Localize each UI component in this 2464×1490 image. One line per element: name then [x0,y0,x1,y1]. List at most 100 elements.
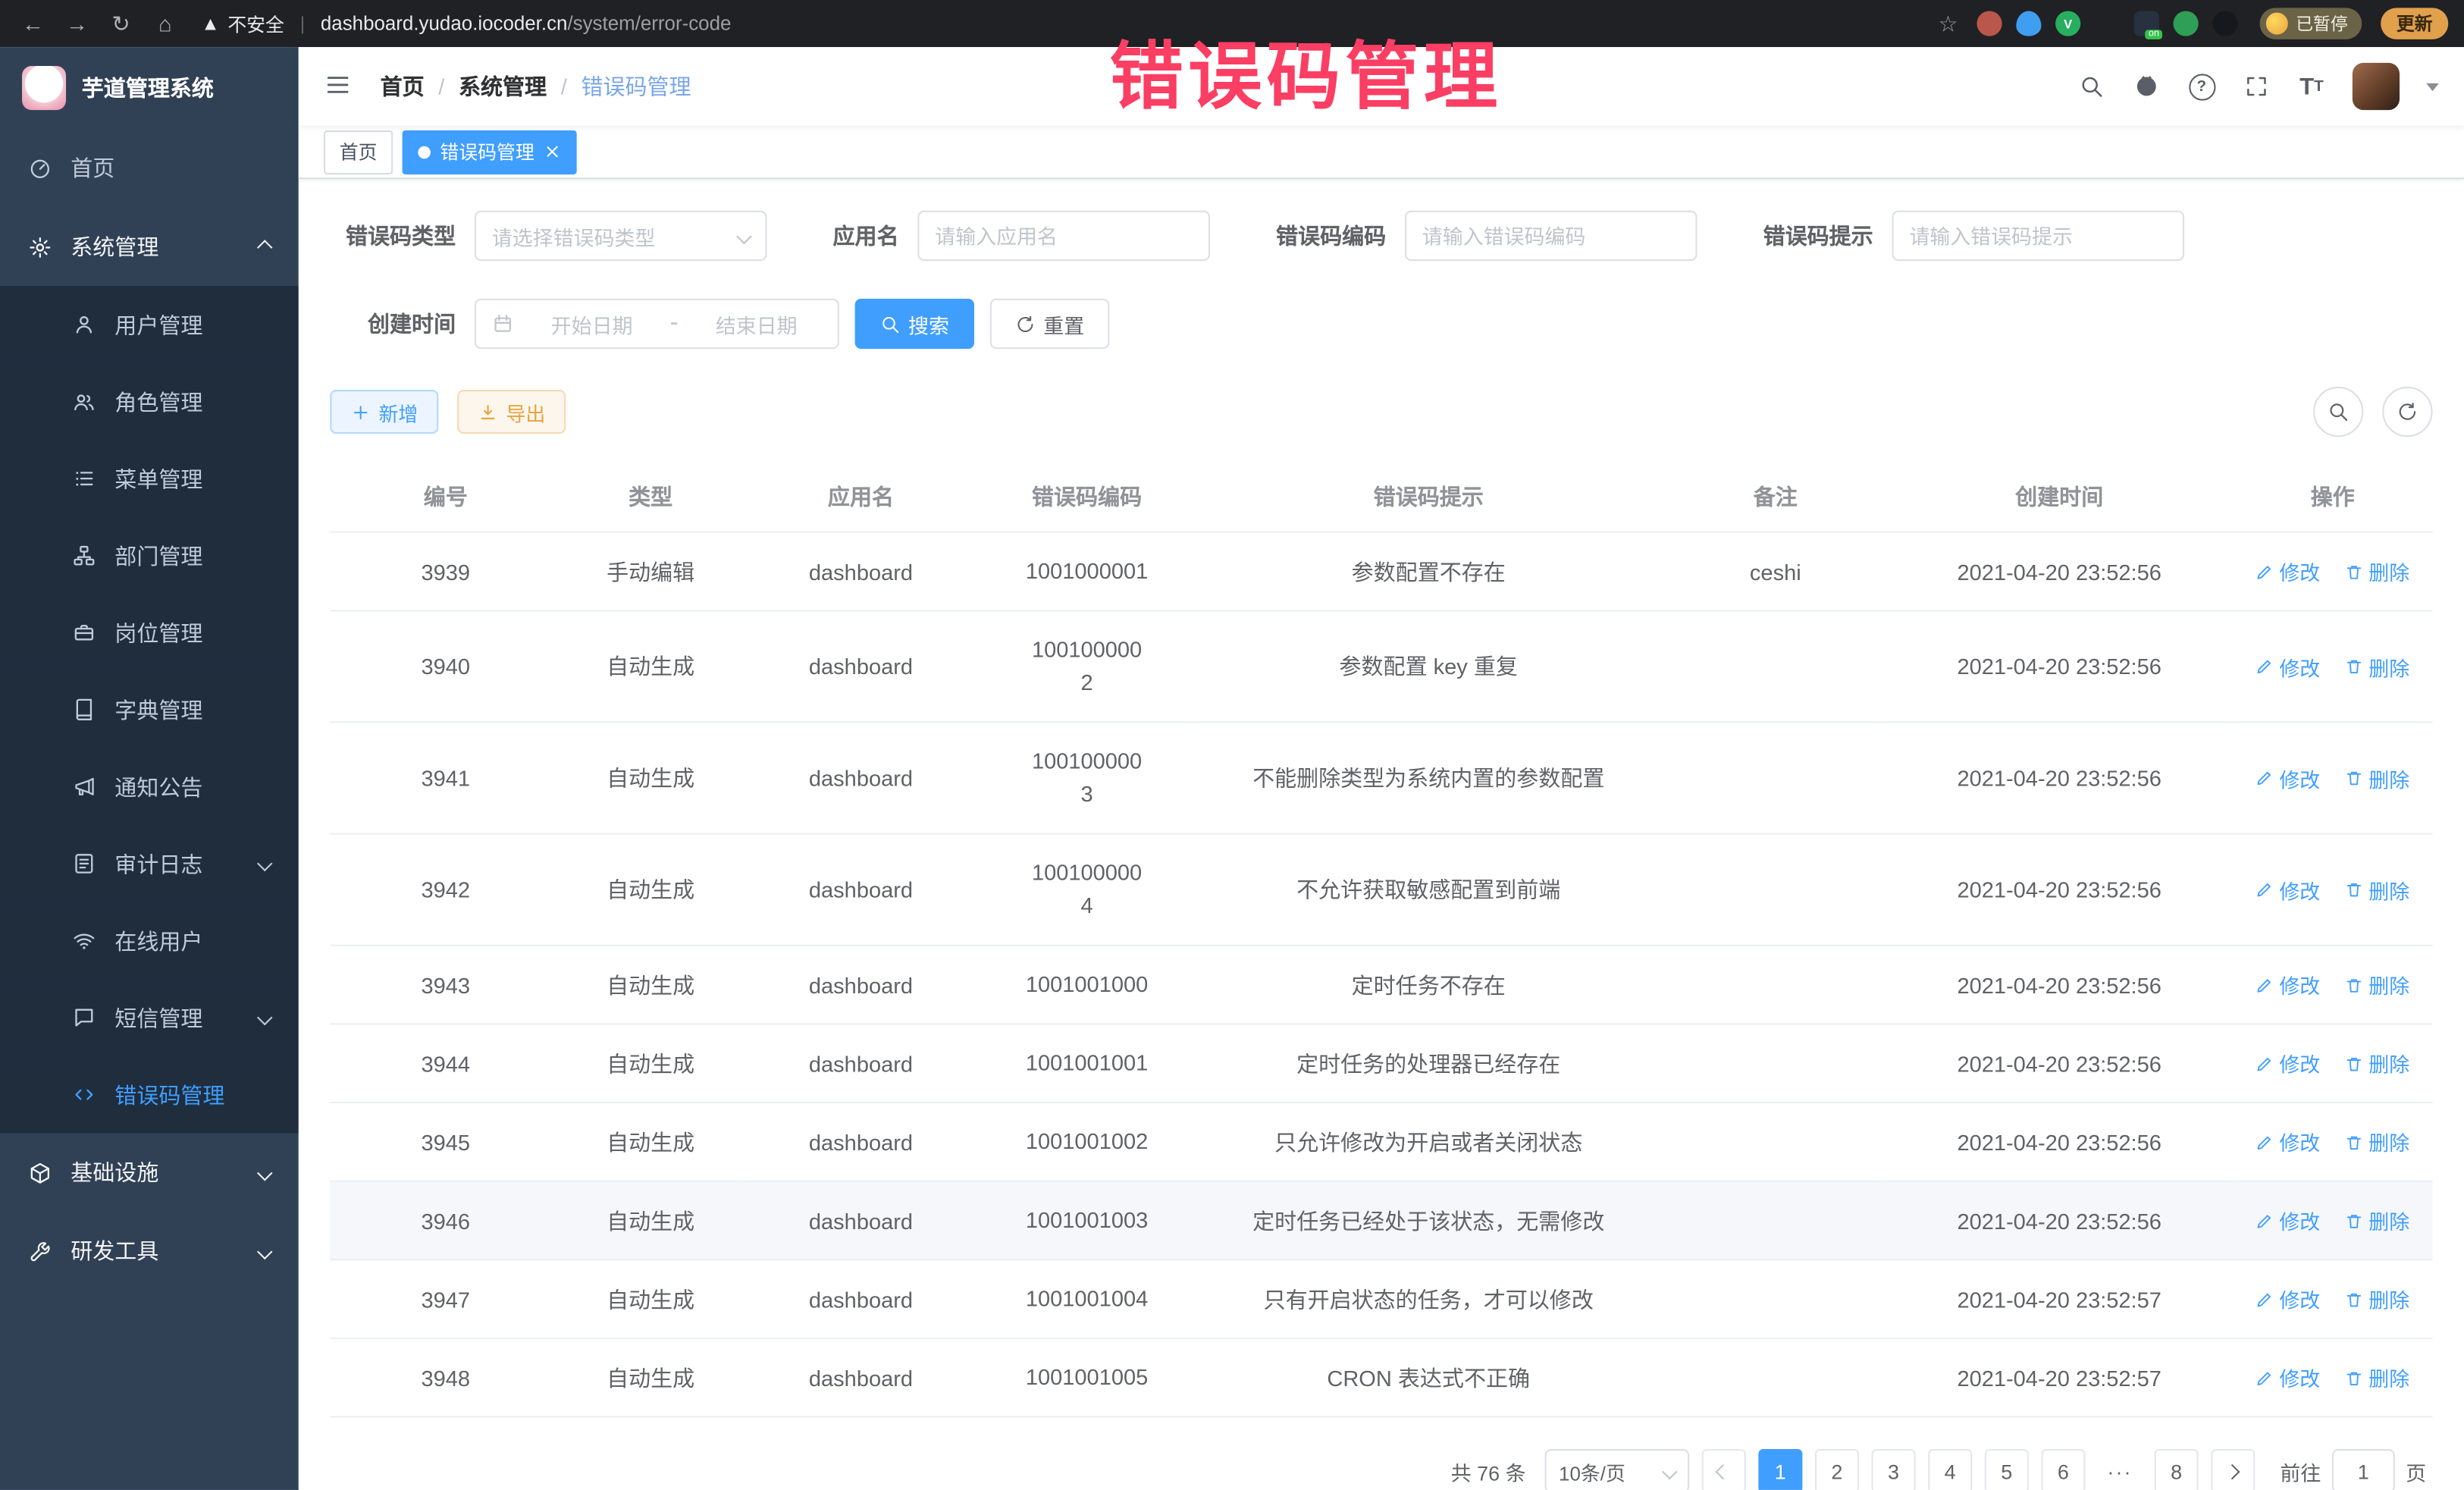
sidebar-item-dictionary[interactable]: 字典管理 [0,671,299,748]
page-button-3[interactable]: 3 [1872,1449,1916,1490]
edit-link[interactable]: 修改 [2256,1284,2320,1313]
cell-operation: 修改 删除 [2233,946,2433,1024]
home-icon[interactable]: ⌂ [148,6,183,41]
tags-view: 首页 错误码管理 [299,126,2464,179]
next-page-button[interactable] [2211,1449,2255,1490]
page-button-6[interactable]: 6 [2041,1449,2085,1490]
address-bar[interactable]: dashboard.yudao.iocoder.cn/system/error-… [321,13,1920,35]
update-button[interactable]: 更新 [2381,8,2448,39]
show-search-button[interactable] [2313,387,2363,437]
search-icon[interactable] [2077,72,2105,100]
sidebar-item-dev-tools[interactable]: 研发工具 [0,1212,299,1291]
page-button-4[interactable]: 4 [1928,1449,1972,1490]
date-range-picker[interactable]: 开始日期 - 结束日期 [475,299,839,349]
tab-error-code[interactable]: 错误码管理 [403,130,577,174]
cell-operation: 修改 删除 [2233,834,2433,946]
add-button[interactable]: 新增 [330,390,438,434]
hamburger-icon[interactable] [324,71,355,102]
sidebar-item-users[interactable]: 用户管理 [0,286,299,363]
warning-icon: ▲︎ [201,13,220,35]
prev-page-button[interactable] [1702,1449,1746,1490]
sidebar-item-error-code[interactable]: 错误码管理 [0,1056,299,1134]
sidebar-item-notices[interactable]: 通知公告 [0,748,299,826]
fullscreen-icon[interactable] [2243,72,2271,100]
delete-link[interactable]: 删除 [2345,1048,2409,1078]
delete-link[interactable]: 删除 [2345,874,2409,904]
extension-icon-dark[interactable] [2212,11,2237,36]
error-type-select[interactable]: 请选择错误码类型 [475,211,767,261]
page-ellipsis[interactable]: ··· [2098,1449,2142,1490]
caret-down-icon[interactable] [2426,83,2439,90]
edit-link[interactable]: 修改 [2256,763,2320,792]
extension-icon-drop[interactable] [2016,11,2041,36]
breadcrumb-system[interactable]: 系统管理 [459,71,547,102]
goto-page-input[interactable] [2332,1449,2395,1490]
sidebar-item-audit-log[interactable]: 审计日志 [0,825,299,902]
edit-link[interactable]: 修改 [2256,970,2320,999]
sidebar-item-sms[interactable]: 短信管理 [0,979,299,1056]
page-button-5[interactable]: 5 [1985,1449,2029,1490]
delete-link[interactable]: 删除 [2345,970,2409,999]
breadcrumb-home[interactable]: 首页 [381,71,425,102]
help-icon[interactable]: ? [2187,72,2215,100]
page-button-2[interactable]: 2 [1815,1449,1859,1490]
error-hint-input[interactable] [1892,211,2185,261]
delete-link[interactable]: 删除 [2345,1206,2409,1235]
edit-link[interactable]: 修改 [2256,557,2320,586]
sidebar-item-roles[interactable]: 角色管理 [0,363,299,441]
extension-icon-switch[interactable]: on [2134,11,2159,36]
page-button-8[interactable]: 8 [2155,1449,2199,1490]
delete-link[interactable]: 删除 [2345,1284,2409,1313]
extension-icon-leaf[interactable] [2174,11,2199,36]
edit-link[interactable]: 修改 [2256,651,2320,681]
edit-link[interactable]: 修改 [2256,1206,2320,1235]
security-indicator[interactable]: ▲︎ 不安全 [201,10,284,36]
extension-icon-check[interactable]: V [2055,11,2080,36]
edit-link[interactable]: 修改 [2256,1127,2320,1156]
delete-link[interactable]: 删除 [2345,1363,2409,1392]
reset-button[interactable]: 重置 [990,299,1110,349]
header-created: 创建时间 [1886,462,2233,532]
cell-type: 自动生成 [561,834,740,946]
page-button-1[interactable]: 1 [1758,1449,1802,1490]
edit-link[interactable]: 修改 [2256,1048,2320,1078]
cell-created: 2021-04-20 23:52:57 [1886,1259,2233,1338]
sidebar-logo[interactable]: 芋道管理系统 [0,47,299,129]
sidebar-item-departments[interactable]: 部门管理 [0,517,299,594]
cell-hint: 不允许获取敏感配置到前端 [1192,834,1665,946]
filter-code-label: 错误码编码 [1276,220,1386,251]
error-code-input[interactable] [1405,211,1698,261]
edit-link[interactable]: 修改 [2256,874,2320,904]
sidebar-item-online-users[interactable]: 在线用户 [0,902,299,980]
delete-link[interactable]: 删除 [2345,1127,2409,1156]
sidebar-item-infrastructure[interactable]: 基础设施 [0,1133,299,1212]
header-remark: 备注 [1665,462,1886,532]
delete-link[interactable]: 删除 [2345,557,2409,586]
sidebar-item-home[interactable]: 首页 [0,129,299,208]
reload-icon[interactable]: ↻ [104,6,139,41]
export-button[interactable]: 导出 [457,390,566,434]
sidebar-item-menus[interactable]: 菜单管理 [0,440,299,517]
header-operation: 操作 [2233,462,2433,532]
sidebar-item-posts[interactable]: 岗位管理 [0,594,299,671]
back-icon[interactable]: ← [16,6,51,41]
avatar[interactable] [2353,63,2400,110]
github-icon[interactable] [2133,72,2161,100]
tab-home[interactable]: 首页 [324,130,393,174]
extension-icon-grid[interactable] [2095,11,2120,36]
paused-badge[interactable]: 已暂停 [2260,8,2362,39]
cell-app: dashboard [740,532,982,611]
sidebar-item-system[interactable]: 系统管理 [0,208,299,287]
search-button[interactable]: 搜索 [855,299,975,349]
font-size-icon[interactable]: TT [2297,72,2325,100]
app-name-input[interactable] [917,211,1210,261]
delete-link[interactable]: 删除 [2345,763,2409,792]
bookmark-star-icon[interactable]: ☆ [1939,10,1958,36]
close-icon[interactable] [544,143,561,161]
delete-link[interactable]: 删除 [2345,651,2409,681]
page-size-select[interactable]: 10条/页 [1544,1449,1689,1490]
refresh-table-button[interactable] [2382,387,2432,437]
extension-icon-red[interactable] [1977,11,2002,36]
forward-icon[interactable]: → [60,6,95,41]
edit-link[interactable]: 修改 [2256,1363,2320,1392]
